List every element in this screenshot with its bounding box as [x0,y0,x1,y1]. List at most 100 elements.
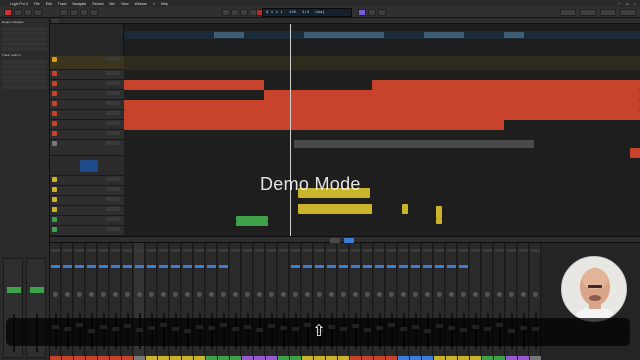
midi-region[interactable] [402,204,408,214]
plugin-slot[interactable] [99,265,108,268]
plugin-slot[interactable] [399,265,408,268]
forward-button[interactable] [231,9,239,16]
channel-name[interactable] [518,356,529,360]
channel-name[interactable] [50,356,61,360]
setting-slot[interactable] [483,249,492,252]
pan-knob[interactable] [269,292,274,297]
setting-slot[interactable] [243,249,252,252]
channel-name[interactable] [350,356,361,360]
search-icon[interactable]: ⌕ [634,2,636,6]
channel-name[interactable] [98,356,109,360]
editors-button[interactable] [90,9,98,16]
wifi-icon[interactable]: ◠ [618,2,621,6]
audio-region[interactable] [124,80,264,90]
plugin-slot[interactable] [327,265,336,268]
channel-name[interactable] [470,356,481,360]
notes-button[interactable] [580,9,596,16]
setting-slot[interactable] [495,249,504,252]
plugin-slot[interactable] [339,265,348,268]
midi-region[interactable] [298,204,372,214]
inspector-row[interactable] [2,85,47,89]
channel-name[interactable] [422,356,433,360]
tracks-area[interactable] [124,18,640,236]
setting-slot[interactable] [375,249,384,252]
cycle-button[interactable] [358,9,366,16]
rewind-button[interactable] [222,9,230,16]
track-buttons[interactable] [106,197,120,201]
track-header[interactable] [50,80,124,90]
inspector-row[interactable] [2,75,47,79]
library-button[interactable] [14,9,22,16]
pan-knob[interactable] [101,292,106,297]
setting-slot[interactable] [447,249,456,252]
track-buttons[interactable] [106,71,120,75]
metronome-button[interactable] [378,9,386,16]
pan-knob[interactable] [449,292,454,297]
pan-knob[interactable] [281,292,286,297]
playhead[interactable] [290,24,291,236]
pan-knob[interactable] [65,292,70,297]
setting-slot[interactable] [339,249,348,252]
track-header[interactable] [50,70,124,80]
pan-knob[interactable] [377,292,382,297]
track-header[interactable] [50,110,124,120]
plugin-slot[interactable] [375,265,384,268]
plugin-slot[interactable] [183,265,192,268]
channel-name[interactable] [410,356,421,360]
plugin-slot[interactable] [123,265,132,268]
inspector-row[interactable] [2,60,47,64]
pan-knob[interactable] [317,292,322,297]
plugin-slot[interactable] [111,265,120,268]
setting-slot[interactable] [459,249,468,252]
menu-view[interactable]: View [121,2,129,6]
track-buttons[interactable] [106,207,120,211]
setting-slot[interactable] [75,249,84,252]
menu-track[interactable]: Track [58,2,67,6]
channel-name[interactable] [374,356,385,360]
audio-region[interactable] [124,110,640,120]
plugin-slot[interactable] [147,265,156,268]
pan-knob[interactable] [53,292,58,297]
track-header[interactable] [50,226,124,236]
plugin-slot[interactable] [171,265,180,268]
close-window-button[interactable] [4,9,12,16]
audio-region[interactable] [124,100,640,110]
setting-slot[interactable] [147,249,156,252]
pan-knob[interactable] [173,292,178,297]
plugin-slot[interactable] [87,265,96,268]
track-buttons[interactable] [106,141,120,145]
channel-name[interactable] [314,356,325,360]
channel-name[interactable] [290,356,301,360]
smart-controls-button[interactable] [70,9,78,16]
track-buttons[interactable] [106,217,120,221]
channel-name[interactable] [230,356,241,360]
pan-knob[interactable] [125,292,130,297]
inspector-row[interactable] [2,80,47,84]
plugin-slot[interactable] [195,265,204,268]
pan-knob[interactable] [485,292,490,297]
audio-region[interactable] [294,140,534,148]
track-header[interactable] [50,216,124,226]
up-arrow-icon[interactable]: ⇧ [308,322,330,342]
track-header[interactable] [50,176,124,186]
track-buttons[interactable] [106,121,120,125]
mixer-button[interactable] [80,9,88,16]
setting-slot[interactable] [519,249,528,252]
track-header[interactable] [50,120,124,130]
menu-file[interactable]: File [34,2,40,6]
setting-slot[interactable] [207,249,216,252]
pan-knob[interactable] [233,292,238,297]
output-slot[interactable] [30,287,44,293]
plugin-slot[interactable] [207,265,216,268]
setting-slot[interactable] [99,249,108,252]
channel-name[interactable] [170,356,181,360]
track-buttons[interactable] [106,187,120,191]
pan-knob[interactable] [197,292,202,297]
plugin-slot[interactable] [435,265,444,268]
audio-region[interactable] [124,120,504,130]
setting-slot[interactable] [267,249,276,252]
plugin-slot[interactable] [387,265,396,268]
menu-app[interactable]: Logic Pro X [10,2,28,6]
setting-slot[interactable] [255,249,264,252]
movie-track[interactable] [124,31,640,39]
